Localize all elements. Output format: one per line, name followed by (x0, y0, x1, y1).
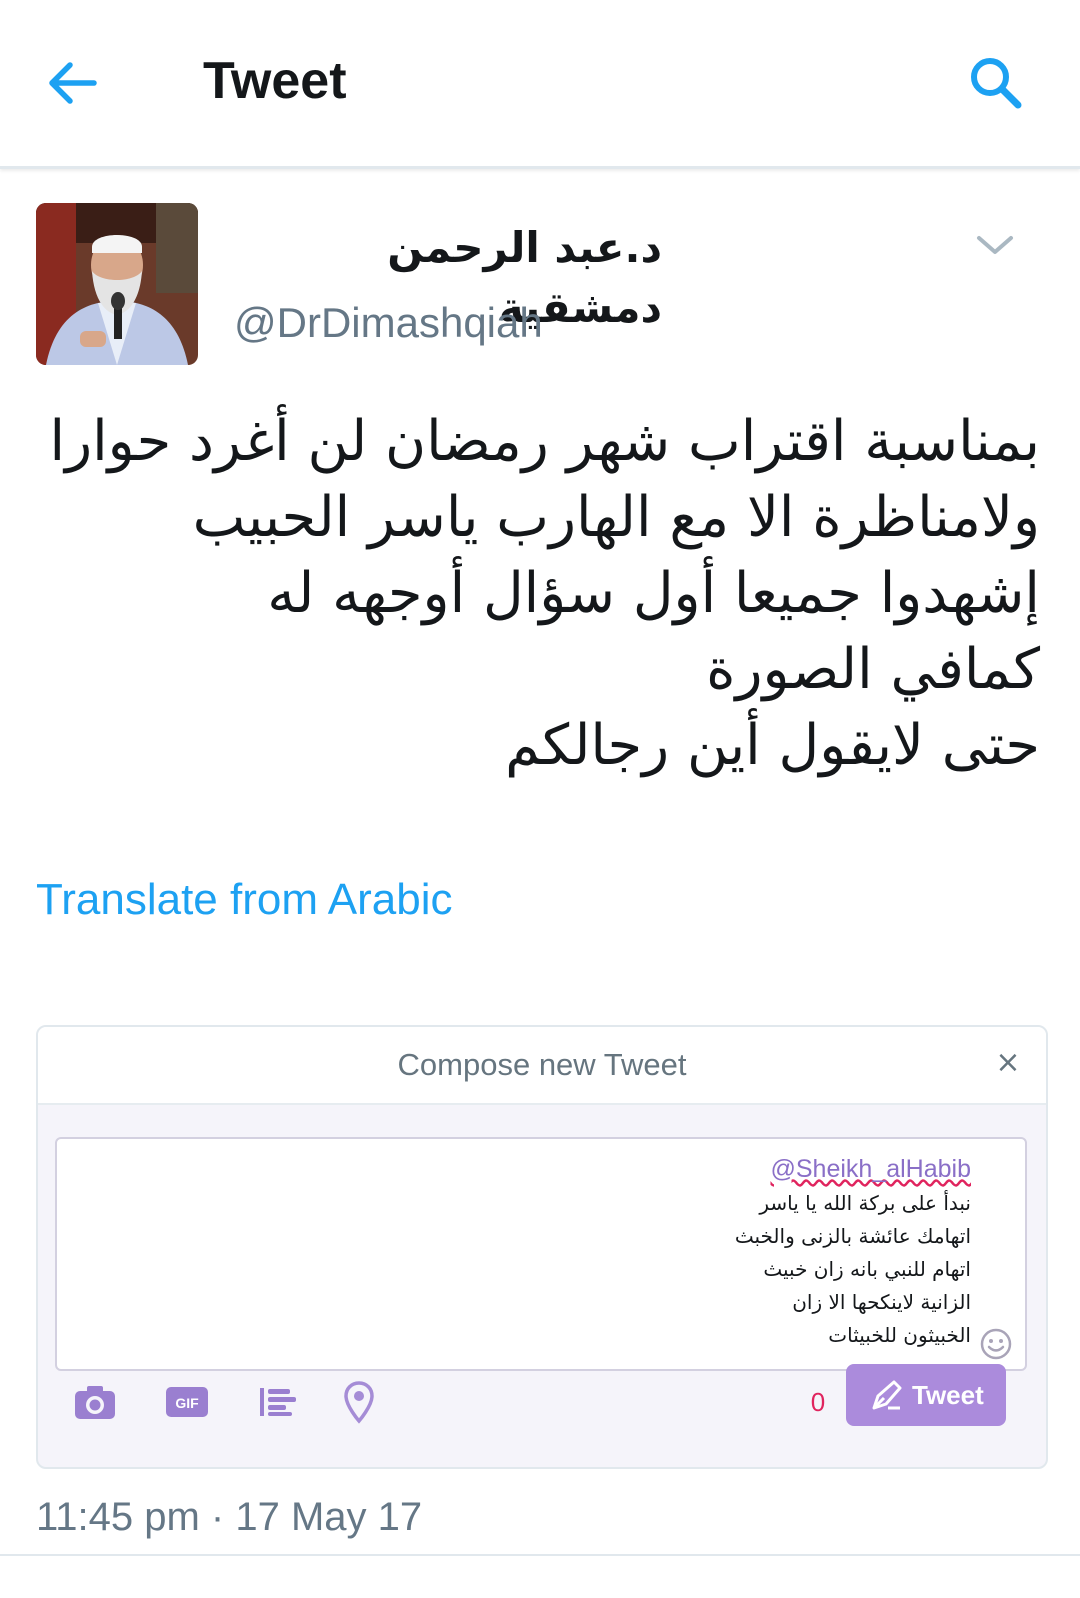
tweet-text-line: ولامناظرة الا مع الهارب ياسر الحبيب (192, 485, 1040, 550)
add-poll-button[interactable] (254, 1379, 300, 1425)
tweet-submit-label: Tweet (912, 1380, 984, 1410)
add-location-button[interactable] (336, 1379, 382, 1425)
compose-text-line: الزانية لاينكحها الا زان (792, 1290, 971, 1314)
search-button[interactable] (965, 52, 1027, 114)
emoji-icon (980, 1328, 1012, 1360)
translate-link[interactable]: Translate from Arabic (36, 872, 453, 928)
add-gif-button[interactable]: GIF (164, 1379, 210, 1425)
compose-text-line: الخبيثون للخبيثات (735, 1319, 971, 1352)
tweet-text-line: إشهدوا جميعا أول سؤال أوجهه له (267, 561, 1040, 626)
avatar[interactable] (36, 203, 198, 365)
mention-text: @Sheikh_alHabib (770, 1155, 971, 1183)
tweet-text: بمناسبة اقتراب شهر رمضان لن أغرد حوارا و… (40, 404, 1040, 784)
add-photo-button[interactable] (72, 1379, 118, 1425)
compose-tweet-image[interactable]: Compose new Tweet × @Sheikh_alHabib نبدأ… (36, 1025, 1048, 1469)
tweet-options-button[interactable] (975, 232, 1015, 260)
location-pin-icon (344, 1381, 374, 1424)
compose-header: Compose new Tweet × (38, 1027, 1046, 1105)
back-arrow-icon (49, 62, 97, 104)
search-icon (971, 58, 1022, 109)
compose-text-line: نبدأ على بركة الله يا ياسر (759, 1191, 971, 1215)
compose-text-line: اتهام للنبي بانه زان خبيث (763, 1257, 971, 1281)
close-icon[interactable]: × (986, 1041, 1030, 1085)
author-handle[interactable]: @DrDimashqiah (234, 296, 543, 350)
tweet-timestamp: 11:45 pm · 17 May 17 (36, 1495, 423, 1539)
page-title: Tweet (203, 52, 347, 110)
chevron-down-icon (977, 236, 1013, 254)
compose-textarea[interactable]: @Sheikh_alHabib نبدأ على بركة الله يا يا… (55, 1137, 1027, 1371)
character-counter: 0 (810, 1387, 826, 1417)
tweet-text-line: حتى لايقول أين رجالكم (505, 713, 1040, 778)
back-button[interactable] (42, 52, 104, 114)
compose-quill-icon (872, 1380, 902, 1410)
svg-text:GIF: GIF (175, 1395, 199, 1411)
camera-icon (75, 1386, 115, 1419)
gif-icon: GIF (166, 1387, 208, 1417)
compose-text: نبدأ على بركة الله يا ياسر اتهامك عائشة … (735, 1187, 971, 1352)
avatar-photo (36, 203, 198, 365)
compose-text-line: اتهامك عائشة بالزنى والخبث (734, 1224, 971, 1248)
tweet-text-line: بمناسبة اقتراب شهر رمضان لن أغرد حوارا (49, 409, 1040, 474)
tweet-text-line: كمافي الصورة (706, 637, 1040, 702)
tweet-submit-button[interactable]: Tweet (846, 1364, 1006, 1426)
divider (0, 1554, 1080, 1556)
top-bar: Tweet (0, 0, 1080, 169)
compose-title: Compose new Tweet (397, 1047, 687, 1082)
poll-icon (260, 1388, 296, 1416)
compose-mention: @Sheikh_alHabib (770, 1151, 971, 1187)
compose-last-line-text: الخبيثون للخبيثات (828, 1323, 971, 1347)
emoji-button[interactable] (979, 1327, 1013, 1361)
